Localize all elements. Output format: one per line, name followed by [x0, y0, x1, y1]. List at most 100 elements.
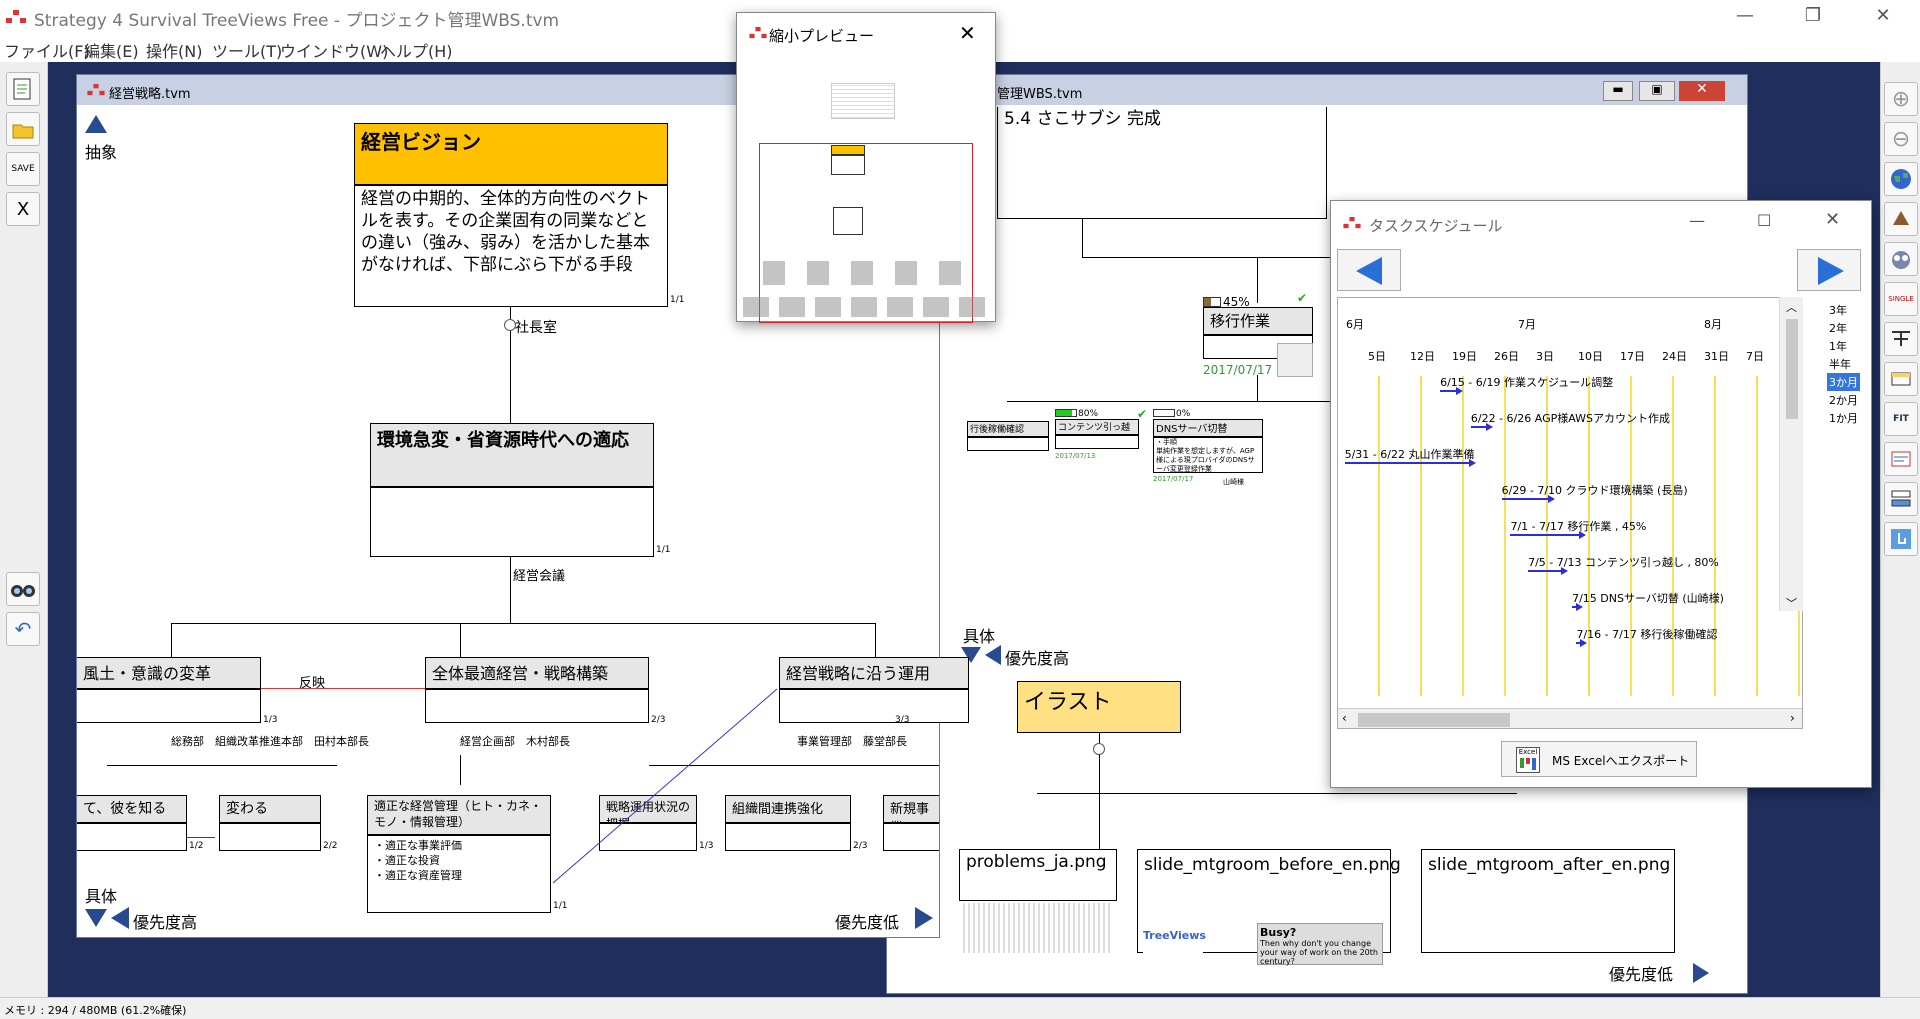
node-vision-body[interactable]: 経営の中期的、全体的方向性のベクトルを表す。その企業固有の同業などとの違い（強み… — [354, 185, 668, 307]
range-option[interactable]: 3か月 — [1827, 373, 1860, 391]
task-label: 6/29 - 7/10 クラウド環境構築 (長島) — [1501, 484, 1688, 497]
menu-file[interactable]: ファイル(F) — [4, 38, 90, 62]
task-bar[interactable] — [1510, 534, 1581, 536]
wbs-maximize-button[interactable]: ▣ — [1639, 81, 1675, 101]
layout-box-icon[interactable] — [1884, 362, 1918, 396]
minimize-button[interactable]: — — [1722, 0, 1768, 32]
scroll-down-icon[interactable]: ﹀ — [1786, 595, 1797, 611]
node-operation-body[interactable] — [779, 689, 969, 723]
owl-icon[interactable] — [1884, 242, 1918, 276]
node-operation[interactable]: 経営戦略に沿う運用 — [779, 657, 969, 689]
image-node-mtg-after[interactable]: slide_mtgroom_after_en.png — [1421, 849, 1675, 953]
restore-button[interactable]: ❐ — [1790, 0, 1836, 32]
day-tick-label: 10日 — [1578, 350, 1603, 363]
wbs-priority-low: 優先度低 — [1609, 965, 1674, 984]
node-new-body[interactable] — [883, 823, 939, 851]
range-option[interactable]: 半年 — [1827, 355, 1853, 373]
new-file-icon[interactable] — [6, 72, 40, 106]
node-change-body[interactable] — [219, 823, 321, 851]
scroll-thumb[interactable] — [1786, 319, 1798, 419]
node-know-body[interactable] — [77, 823, 187, 851]
preview-viewport-rect[interactable] — [759, 143, 973, 323]
menu-window[interactable]: ウインドウ(W) — [280, 38, 388, 62]
right-arrow-icon[interactable] — [1693, 963, 1709, 983]
gantt-vscrollbar[interactable]: ︿ ﹀ — [1779, 297, 1803, 611]
scroll-left-icon[interactable]: ‹ — [1342, 711, 1347, 725]
excel-icon: Excel — [1516, 747, 1540, 773]
preview-close-button[interactable]: ✕ — [959, 21, 976, 45]
wbs-node-confirm-body[interactable] — [967, 437, 1049, 451]
wbs-node-confirm[interactable]: 行後稼働確認 — [967, 421, 1049, 437]
menu-help[interactable]: ヘルプ(H) — [380, 38, 453, 62]
node-mgmt-body[interactable]: ・適正な事業評価 ・適正な投資 ・適正な資産管理 — [367, 835, 551, 913]
scroll-right-icon[interactable]: › — [1790, 711, 1795, 725]
range-option[interactable]: 2か月 — [1827, 391, 1860, 409]
node-culture[interactable]: 風土・意識の変革 — [77, 657, 261, 689]
task-bar[interactable] — [1528, 570, 1564, 572]
list-view-icon[interactable] — [1884, 482, 1918, 516]
excel-icon-label: Excel — [1518, 748, 1538, 756]
undo-icon[interactable]: ↶ — [6, 612, 40, 646]
range-option[interactable]: 2年 — [1827, 319, 1849, 337]
wbs-node-dns[interactable]: DNSサーバ切替 — [1153, 419, 1263, 437]
menu-edit[interactable]: 編集(E) — [84, 38, 139, 62]
up-arrow-icon[interactable] — [85, 115, 107, 133]
node-new[interactable]: 新規事業 — [883, 795, 939, 823]
schedule-prev-button[interactable] — [1337, 249, 1401, 291]
task-bar[interactable] — [1344, 462, 1471, 464]
node-know[interactable]: て、彼を知る — [77, 795, 187, 823]
left-arrow-icon[interactable] — [111, 907, 129, 929]
wbs-node-illust[interactable]: イラスト — [1017, 681, 1181, 733]
wbs-node-move[interactable]: コンテンツ引っ越し — [1055, 419, 1139, 446]
image-node-problems[interactable]: problems_ja.png — [959, 849, 1117, 901]
schedule-maximize-button[interactable]: ☐ — [1757, 211, 1771, 230]
card-view-icon[interactable] — [1884, 442, 1918, 476]
wbs-node-dns-body[interactable]: ・手順 単純作業を想定しますが、AGP様による現プロバイダのDNSサーバ変更登録… — [1153, 437, 1263, 473]
scroll-thumb[interactable] — [1358, 713, 1510, 727]
wbs-minimize-button[interactable]: ▬ — [1603, 81, 1633, 101]
fit-icon[interactable]: FIT — [1884, 402, 1918, 436]
menu-tools[interactable]: ツール(T) — [212, 38, 282, 62]
single-icon[interactable]: SINGLE — [1884, 282, 1918, 316]
excel-export-button[interactable]: Excel MS Excelへエクスポート — [1501, 741, 1697, 777]
globe-icon[interactable] — [1884, 162, 1918, 196]
eagle-icon[interactable] — [1884, 202, 1918, 236]
gantt-hscrollbar[interactable]: ‹ › — [1338, 708, 1802, 728]
gantt-chart[interactable]: 6月 7月 8月 5日12日19日26日3日10日17日24日31日7日14 6… — [1337, 297, 1803, 729]
range-option[interactable]: 1年 — [1827, 337, 1849, 355]
node-environment-body[interactable] — [370, 487, 654, 557]
collapse-toggle-icon[interactable] — [1093, 743, 1105, 755]
hand-pointer-icon[interactable] — [1884, 522, 1918, 556]
wbs-node-migration[interactable]: 移行作業 — [1203, 307, 1313, 335]
save-icon[interactable]: SAVE — [6, 152, 40, 186]
connector — [875, 623, 876, 657]
wbs-node-complete[interactable]: 5.4 さこサブシ 完成 — [997, 107, 1327, 219]
right-arrow-icon[interactable] — [915, 907, 933, 929]
layout-tree-icon[interactable] — [1884, 322, 1918, 356]
node-change[interactable]: 変わる — [219, 795, 321, 823]
zoom-in-icon[interactable]: ⊕ — [1884, 82, 1918, 116]
zoom-out-icon[interactable]: ⊖ — [1884, 122, 1918, 156]
wbs-node-move-body[interactable] — [1055, 435, 1139, 449]
node-vision-title[interactable]: 経営ビジョン — [354, 123, 668, 185]
task-bar[interactable] — [1501, 498, 1551, 500]
schedule-next-button[interactable] — [1797, 249, 1861, 291]
culture-owner: 総務部 組織改革推進本部 田村本部長 — [171, 735, 369, 748]
wbs-close-button[interactable]: ✕ — [1679, 81, 1725, 101]
open-folder-icon[interactable] — [6, 112, 40, 146]
close-file-icon[interactable]: X — [6, 192, 40, 226]
node-mgmt[interactable]: 適正な経営管理（ヒト・カネ・モノ・情報管理） — [367, 795, 551, 835]
left-arrow-icon[interactable] — [985, 645, 1001, 665]
binoculars-icon[interactable] — [6, 572, 40, 606]
schedule-close-button[interactable]: ✕ — [1825, 209, 1840, 230]
schedule-minimize-button[interactable]: — — [1689, 211, 1705, 230]
scroll-up-icon[interactable]: ︿ — [1786, 299, 1797, 315]
node-culture-body[interactable] — [77, 689, 261, 723]
range-option[interactable]: 1か月 — [1827, 409, 1860, 427]
node-environment-title[interactable]: 環境急変・省資源時代への適応 — [370, 423, 654, 487]
env-owner: 経営会議 — [513, 569, 566, 584]
down-arrow-icon[interactable] — [85, 909, 107, 927]
menu-operation[interactable]: 操作(N) — [146, 38, 202, 62]
close-button[interactable]: ✕ — [1860, 0, 1906, 32]
range-option[interactable]: 3年 — [1827, 301, 1849, 319]
